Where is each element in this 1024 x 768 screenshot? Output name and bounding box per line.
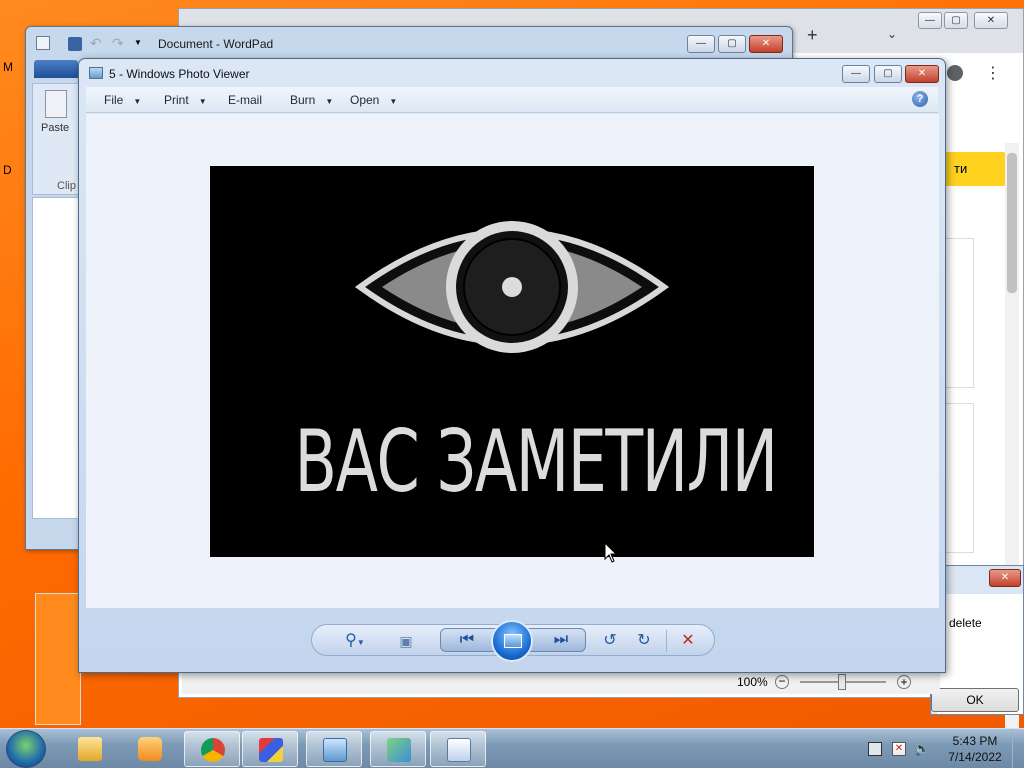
wordpad-close-button[interactable]: ✕ xyxy=(749,35,783,53)
taskbar: ✕ 🔈 5:43 PM 7/14/2022 xyxy=(0,728,1024,768)
new-tab-icon[interactable]: + xyxy=(807,25,818,46)
media-player-icon xyxy=(138,737,162,761)
zoom-in-icon[interactable]: + xyxy=(897,675,911,689)
photo-viewer-toolbar: ⚲▼ ▣ ⏮ ⏭ ↺ ↻ ✕ xyxy=(311,620,715,662)
toolbar-separator xyxy=(666,630,667,652)
browser-minimize-button[interactable]: — xyxy=(918,12,942,29)
paste-label[interactable]: Paste xyxy=(41,122,69,134)
menu-email[interactable]: E-mail xyxy=(228,93,262,107)
menu-burn[interactable]: Burn ▼ xyxy=(290,93,333,107)
tray-action-center-icon[interactable]: ✕ xyxy=(892,742,906,756)
help-icon[interactable]: ? xyxy=(912,91,928,107)
menu-file[interactable]: File ▼ xyxy=(104,93,141,107)
clock-time: 5:43 PM xyxy=(952,734,998,748)
taskbar-wordpad[interactable] xyxy=(430,731,486,767)
tray-network-icon[interactable] xyxy=(868,742,882,756)
show-desktop-button[interactable] xyxy=(1012,729,1024,768)
photo-viewer-close-button[interactable]: ✕ xyxy=(905,65,939,83)
photo-viewer-maximize-button[interactable]: ▢ xyxy=(874,65,902,83)
photo-viewer-menubar: File ▼ Print ▼ E-mail Burn ▼ Open ▼ ? xyxy=(86,87,938,113)
taskbar-media-player[interactable] xyxy=(122,731,178,767)
zoom-slider-thumb[interactable] xyxy=(838,674,846,690)
previous-icon[interactable]: ⏮ xyxy=(453,629,481,651)
photo-viewer-icon xyxy=(323,738,347,762)
start-button[interactable] xyxy=(6,730,46,768)
paste-icon[interactable] xyxy=(45,90,67,118)
quick-save-icon[interactable] xyxy=(68,37,82,51)
page-action-button-label: ти xyxy=(954,161,968,176)
dialog-ok-button[interactable]: OK xyxy=(931,688,1019,712)
menu-open-dropdown-icon: ▼ xyxy=(389,97,398,106)
photo-viewer-window: 5 - Windows Photo Viewer — ▢ ✕ File ▼ Pri… xyxy=(78,58,946,673)
photo-viewer-canvas: ВАС ЗАМЕТИЛИ xyxy=(86,114,939,608)
page-action-button[interactable]: ти xyxy=(942,152,1006,186)
menu-email-label: E-mail xyxy=(228,93,263,107)
dialog-close-button[interactable]: ✕ xyxy=(989,569,1021,587)
mouse-cursor-icon xyxy=(604,542,618,563)
displayed-image: ВАС ЗАМЕТИЛИ xyxy=(210,166,814,557)
delete-icon[interactable]: ✕ xyxy=(676,630,700,652)
wordpad-minimize-button[interactable]: — xyxy=(687,35,715,53)
menu-file-label: File xyxy=(104,93,124,107)
menu-print-label: Print xyxy=(164,93,189,107)
desktop-edge-letter-m: M xyxy=(3,60,13,74)
taskbar-clock[interactable]: 5:43 PM 7/14/2022 xyxy=(942,733,1008,765)
browser-close-button[interactable]: ✕ xyxy=(974,12,1008,29)
taskbar-explorer[interactable] xyxy=(62,731,118,767)
wordpad-file-menu-button[interactable] xyxy=(34,60,78,78)
quick-redo-icon[interactable]: ↷ xyxy=(112,35,124,52)
menu-print-dropdown-icon: ▼ xyxy=(198,97,207,106)
menu-open[interactable]: Open ▼ xyxy=(350,93,397,107)
browser-maximize-button[interactable]: ▢ xyxy=(944,12,968,29)
wordpad-title: Document - WordPad xyxy=(158,37,274,51)
dialog-body: delete OK xyxy=(931,594,1023,714)
quick-undo-icon[interactable]: ↶ xyxy=(90,35,102,52)
slideshow-button[interactable] xyxy=(491,620,533,662)
photo-viewer-title: 5 - Windows Photo Viewer xyxy=(109,67,250,81)
profile-avatar-icon[interactable] xyxy=(947,65,963,81)
photo-viewer-app-icon xyxy=(89,67,103,79)
background-statusbar: 100% − + xyxy=(182,670,940,694)
menu-file-dropdown-icon: ▼ xyxy=(133,97,142,106)
wordpad-app-icon xyxy=(36,36,50,50)
wordpad-ribbon: Paste Clip xyxy=(32,83,80,195)
next-icon[interactable]: ⏭ xyxy=(547,629,575,651)
clipboard-group-label: Clip xyxy=(57,180,76,192)
trollface-sticker[interactable] xyxy=(35,593,81,725)
clock-date: 7/14/2022 xyxy=(948,750,1002,764)
actual-size-icon[interactable]: ▣ xyxy=(394,630,418,652)
package-icon xyxy=(387,738,411,762)
dialog-message: delete xyxy=(949,616,982,630)
zoom-level-label: 100% xyxy=(737,675,768,689)
tray-volume-icon[interactable]: 🔈 xyxy=(914,742,930,756)
taskbar-paint-app[interactable] xyxy=(242,731,298,767)
tab-list-chevron-icon[interactable]: ⌄ xyxy=(887,27,897,41)
quick-access-dropdown-icon[interactable]: ▼ xyxy=(134,38,142,47)
menu-open-label: Open xyxy=(350,93,380,107)
wordpad-icon xyxy=(447,738,471,762)
wordpad-document[interactable] xyxy=(32,197,80,519)
rotate-left-icon[interactable]: ↺ xyxy=(598,630,622,652)
zoom-icon[interactable]: ⚲▼ xyxy=(338,630,372,652)
menu-burn-dropdown-icon: ▼ xyxy=(325,97,334,106)
image-caption-text: ВАС ЗАМЕТИЛИ xyxy=(294,412,779,512)
taskbar-package-app[interactable] xyxy=(370,731,426,767)
photo-viewer-minimize-button[interactable]: — xyxy=(842,65,870,83)
menu-print[interactable]: Print ▼ xyxy=(164,93,207,107)
chrome-icon xyxy=(201,738,225,762)
menu-burn-label: Burn xyxy=(290,93,316,107)
browser-scrollbar-thumb[interactable] xyxy=(1007,153,1017,293)
zoom-out-icon[interactable]: − xyxy=(775,675,789,689)
browser-menu-icon[interactable]: ⋮ xyxy=(985,63,1001,83)
paint-cube-icon xyxy=(259,738,283,762)
taskbar-chrome[interactable] xyxy=(184,731,240,767)
folder-icon xyxy=(78,737,102,761)
rotate-right-icon[interactable]: ↻ xyxy=(632,630,656,652)
slideshow-icon xyxy=(504,634,522,648)
desktop-edge-letter-d: D xyxy=(3,163,12,177)
wordpad-maximize-button[interactable]: ▢ xyxy=(718,35,746,53)
taskbar-photo-viewer[interactable] xyxy=(306,731,362,767)
